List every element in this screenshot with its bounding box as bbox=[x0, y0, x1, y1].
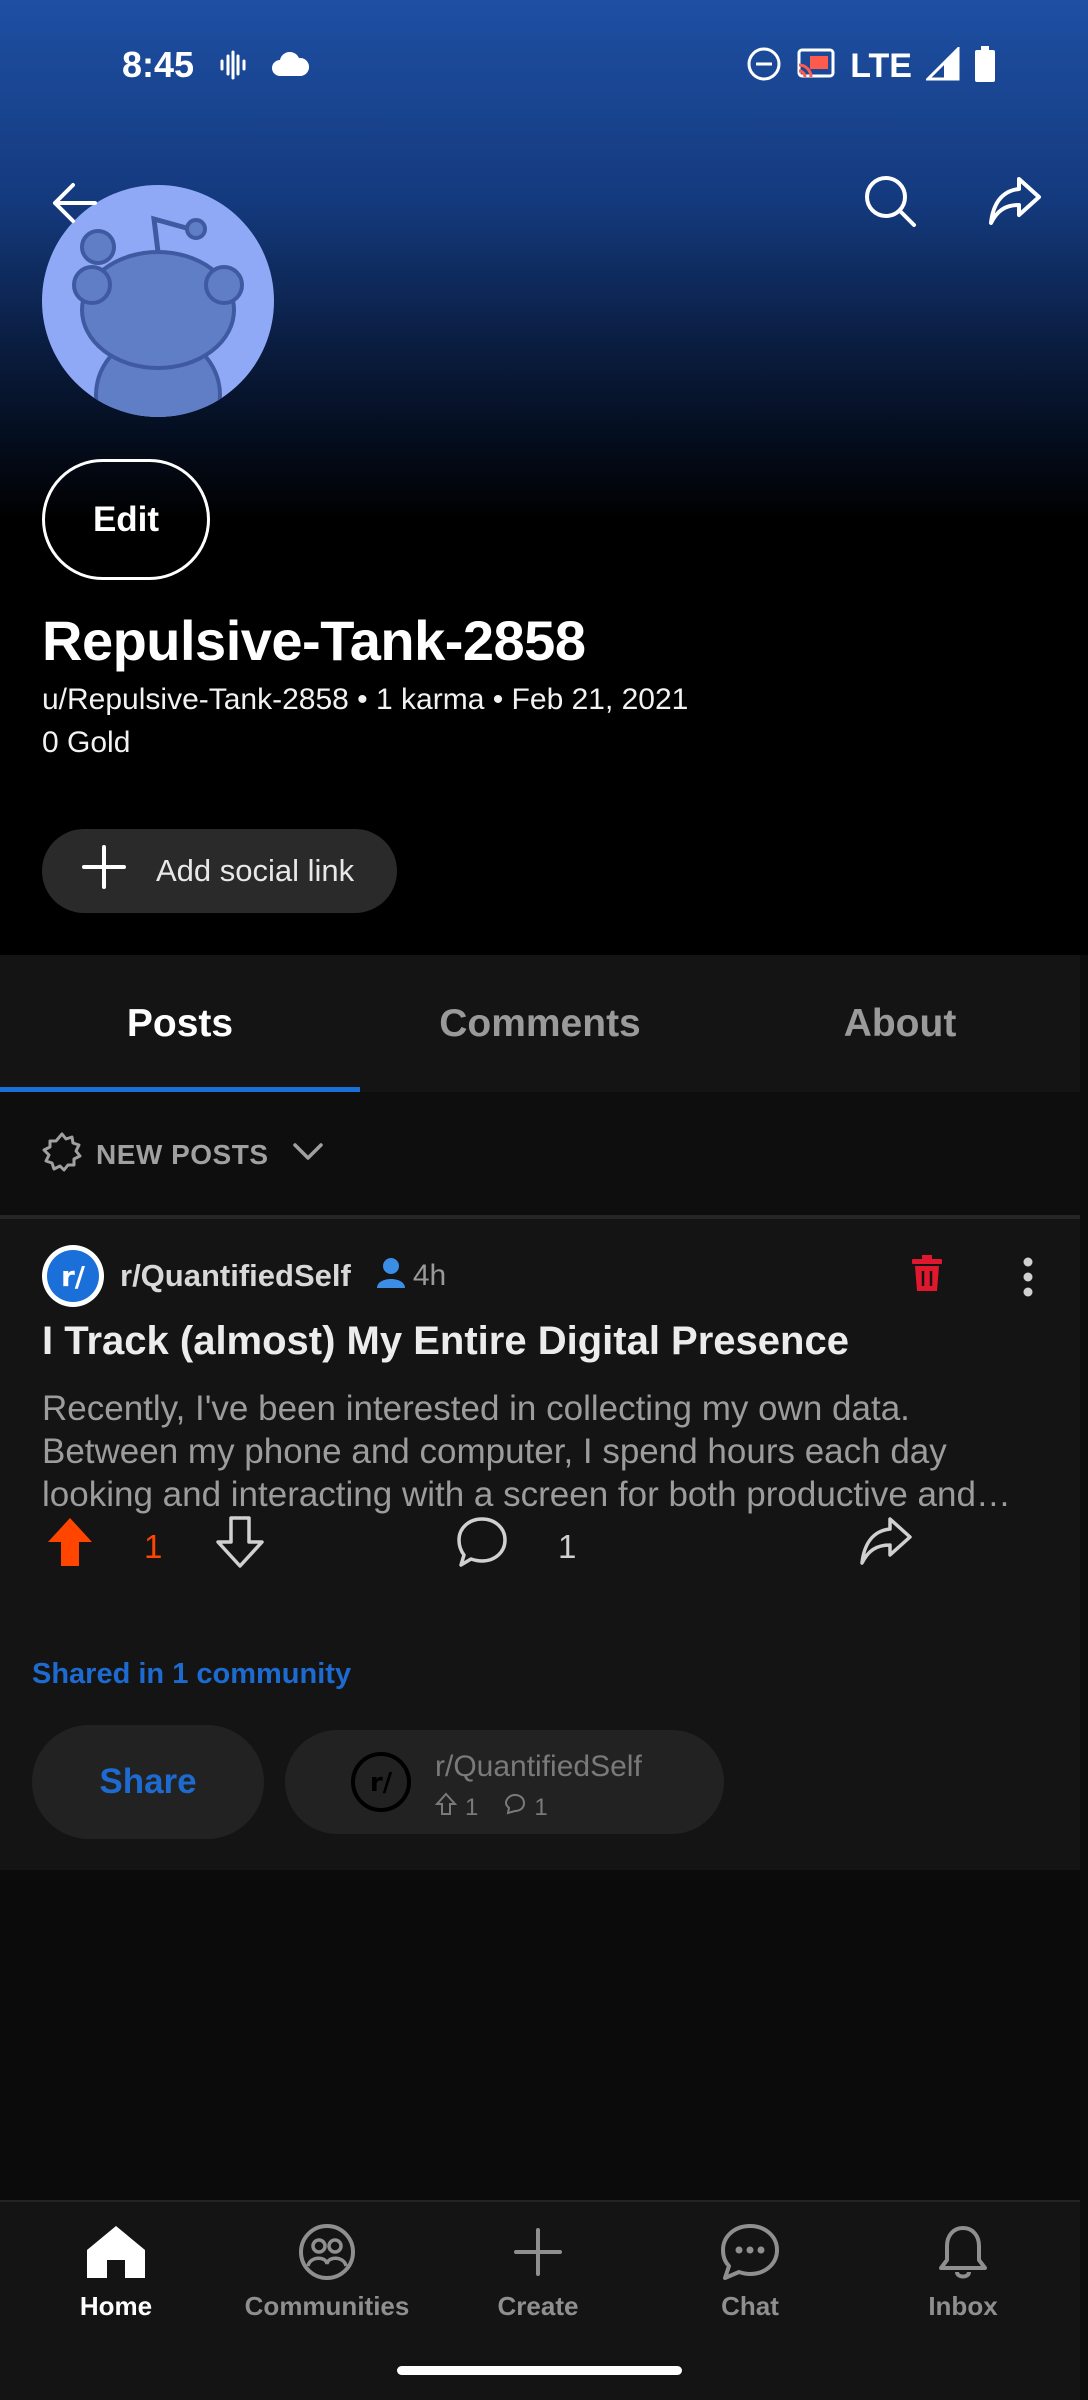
sort-label: NEW POSTS bbox=[96, 1138, 269, 1170]
profile-gold: 0 Gold bbox=[42, 726, 131, 759]
post-title[interactable]: I Track (almost) My Entire Digital Prese… bbox=[42, 1319, 1042, 1364]
comment-icon bbox=[504, 1793, 526, 1822]
search-button[interactable] bbox=[850, 163, 930, 243]
network-type: LTE bbox=[850, 47, 912, 85]
nav-create-label: Create bbox=[497, 2291, 579, 2321]
tab-about[interactable]: About bbox=[720, 955, 1080, 1092]
post-insights-button[interactable] bbox=[988, 1514, 1044, 1574]
community-chip[interactable]: r/ r/QuantifiedSelf 1 1 bbox=[285, 1730, 724, 1834]
nav-home-label: Home bbox=[79, 2291, 153, 2321]
new-posts-icon bbox=[42, 1132, 82, 1177]
chat-icon bbox=[719, 2222, 781, 2287]
communities-icon bbox=[296, 2222, 358, 2287]
svg-text:r/: r/ bbox=[61, 1260, 86, 1293]
tab-posts[interactable]: Posts bbox=[0, 955, 360, 1092]
subreddit-icon: r/ bbox=[351, 1752, 411, 1812]
post-age: 4h bbox=[412, 1259, 447, 1292]
share-icon bbox=[987, 173, 1043, 234]
add-social-link-button[interactable]: Add social link bbox=[42, 829, 397, 913]
voicemail-wave-icon bbox=[218, 50, 248, 85]
profile-tabs: Posts Comments About bbox=[0, 955, 1080, 1092]
downvote-icon bbox=[216, 1515, 264, 1573]
more-vertical-icon bbox=[1022, 1257, 1034, 1302]
back-arrow-icon bbox=[47, 176, 101, 235]
nav-chat-label: Chat bbox=[721, 2291, 779, 2321]
delete-post-button[interactable] bbox=[912, 1255, 942, 1296]
bell-icon bbox=[933, 2222, 993, 2287]
cast-icon bbox=[796, 47, 836, 86]
signal-icon bbox=[924, 45, 960, 86]
comments-button[interactable] bbox=[452, 1514, 512, 1574]
downvote-button[interactable] bbox=[212, 1515, 268, 1573]
do-not-disturb-icon bbox=[746, 46, 782, 87]
battery-icon bbox=[974, 46, 996, 87]
nav-inbox-label: Inbox bbox=[928, 2291, 998, 2321]
share-icon bbox=[858, 1515, 914, 1574]
post-actions: 1 1 bbox=[0, 1506, 1080, 1586]
comment-icon bbox=[455, 1515, 509, 1574]
share-to-community-button[interactable]: Share bbox=[32, 1725, 264, 1839]
shared-in-community-label[interactable]: Shared in 1 community bbox=[32, 1658, 351, 1691]
nav-chat[interactable]: Chat bbox=[650, 2222, 850, 2322]
tab-comments[interactable]: Comments bbox=[360, 955, 720, 1092]
add-social-link-label: Add social link bbox=[156, 853, 355, 888]
nav-communities-label: Communities bbox=[244, 2291, 410, 2321]
upvote-icon bbox=[46, 1516, 94, 1573]
status-time: 8:45 bbox=[122, 44, 195, 85]
comment-count: 1 bbox=[558, 1528, 577, 1565]
svg-text:r/: r/ bbox=[370, 1768, 393, 1798]
subreddit-icon[interactable]: r/ bbox=[42, 1245, 104, 1307]
post-body-preview[interactable]: Recently, I've been interested in collec… bbox=[42, 1387, 1042, 1516]
cloud-icon bbox=[270, 51, 310, 83]
profile-meta-line: u/Repulsive-Tank-2858 • 1 karma • Feb 21… bbox=[42, 683, 689, 716]
chevron-down-icon bbox=[291, 1135, 325, 1174]
post-overflow-menu-button[interactable] bbox=[1008, 1249, 1048, 1309]
insights-bars-icon bbox=[991, 1517, 1041, 1572]
community-upvotes: 1 bbox=[465, 1793, 479, 1821]
profile-display-name: Repulsive-Tank-2858 bbox=[42, 609, 586, 672]
user-icon bbox=[375, 1256, 407, 1296]
share-profile-button[interactable] bbox=[975, 163, 1055, 243]
back-button[interactable] bbox=[34, 165, 114, 245]
nav-create[interactable]: Create bbox=[438, 2222, 638, 2322]
edit-profile-button[interactable]: Edit bbox=[42, 459, 210, 580]
home-gesture-bar[interactable] bbox=[397, 2366, 682, 2375]
nav-inbox[interactable]: Inbox bbox=[863, 2222, 1063, 2322]
search-icon bbox=[862, 173, 918, 234]
trash-icon bbox=[912, 1255, 942, 1295]
community-comments: 1 bbox=[534, 1793, 548, 1821]
sort-selector[interactable]: NEW POSTS bbox=[0, 1092, 1080, 1217]
nav-home[interactable]: Home bbox=[16, 2222, 216, 2322]
subreddit-name[interactable]: r/QuantifiedSelf bbox=[120, 1258, 351, 1294]
home-icon bbox=[83, 2222, 149, 2287]
share-post-button[interactable] bbox=[856, 1514, 916, 1574]
upvote-count: 1 bbox=[144, 1528, 163, 1565]
upvote-outline-icon bbox=[434, 1792, 458, 1823]
nav-communities[interactable]: Communities bbox=[227, 2222, 427, 2322]
plus-icon bbox=[508, 2222, 568, 2287]
community-chip-name: r/QuantifiedSelf bbox=[435, 1750, 642, 1783]
upvote-button[interactable] bbox=[42, 1516, 98, 1572]
status-bar: 8:45 LTE bbox=[0, 0, 1088, 135]
plus-icon bbox=[82, 845, 126, 897]
